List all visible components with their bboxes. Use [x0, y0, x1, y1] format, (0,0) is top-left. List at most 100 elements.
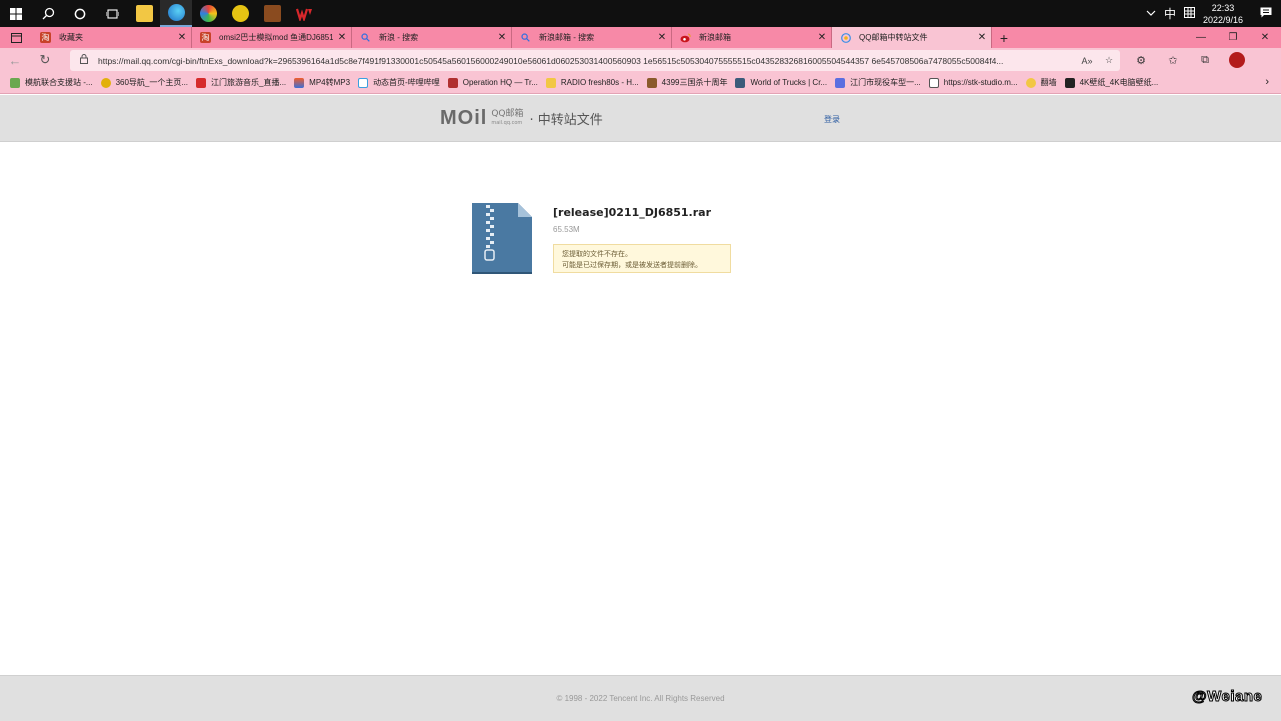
- clock-date: 2022/9/16: [1202, 14, 1243, 25]
- windows-start-icon[interactable]: [0, 0, 32, 27]
- browser-tab-strip: 淘 收藏夹 ✕ 淘 omsi2巴士模拟mod 鱼通DJ6851 ✕ 新浪 - 搜…: [0, 27, 1281, 48]
- bookmark-item[interactable]: 江门市现役车型一...: [835, 77, 921, 88]
- bookmark-icon: [735, 77, 746, 88]
- keyboard-icon[interactable]: [1183, 6, 1195, 21]
- bookmark-item[interactable]: MP4转MP3: [294, 77, 350, 88]
- page-footer: © 1998 - 2022 Tencent Inc. All Rights Re…: [0, 675, 1281, 721]
- tab-favicon: 淘: [40, 32, 51, 43]
- game-app-icon[interactable]: [256, 0, 288, 27]
- chevron-up-icon[interactable]: [1146, 8, 1156, 20]
- tab-title: 收藏夹: [59, 33, 83, 42]
- watermark: @Weiane: [1191, 688, 1263, 706]
- extensions-icon[interactable]: ⚙: [1125, 54, 1157, 67]
- logo-text: MOil: [440, 107, 488, 129]
- new-tab-icon[interactable]: +: [992, 30, 1016, 46]
- bookmark-icon: [646, 77, 657, 88]
- close-icon[interactable]: ✕: [973, 32, 991, 43]
- window-controls: — ❐ ✕: [1185, 27, 1281, 48]
- bookmarks-bar: 模航联合支援站 -... 360导航_一个主页... 江门旅游音乐_直播... …: [0, 72, 1281, 94]
- copyright: © 1998 - 2022 Tencent Inc. All Rights Re…: [556, 694, 725, 703]
- task-view-icon[interactable]: [96, 0, 128, 27]
- close-icon[interactable]: ✕: [333, 32, 351, 43]
- address-bar[interactable]: https://mail.qq.com/cgi-bin/ftnExs_downl…: [70, 50, 1120, 71]
- weibo-icon: [680, 32, 691, 43]
- bookmark-item[interactable]: 动态首页-哔哩哔哩: [358, 77, 440, 88]
- logo-qq: QQ邮箱: [491, 108, 524, 119]
- 360-browser-icon[interactable]: [192, 0, 224, 27]
- wps-icon[interactable]: [288, 0, 320, 27]
- bookmark-label: MP4转MP3: [309, 78, 351, 87]
- bookmark-item[interactable]: 江门旅游音乐_直播...: [196, 77, 286, 88]
- bookmark-label: 4399三国杀十周年: [661, 78, 728, 87]
- bookmark-label: 翻墙: [1040, 78, 1057, 87]
- close-icon[interactable]: ✕: [173, 32, 191, 43]
- notice-line: 您提取的文件不存在。: [562, 250, 632, 258]
- add-favorite-icon[interactable]: ☆: [1098, 55, 1120, 66]
- notice-line: 可能是已过保存期，或是被发送者提前删除。: [562, 261, 702, 269]
- bookmark-icon: [447, 77, 458, 88]
- tab-title: omsi2巴士模拟mod 鱼通DJ6851: [219, 33, 333, 42]
- search-icon[interactable]: [32, 0, 64, 27]
- tab-title: 新浪邮箱: [699, 33, 731, 42]
- qq-mail-logo[interactable]: MOil QQ邮箱 mail.qq.com · 中转站文件: [440, 107, 603, 130]
- bookmark-item[interactable]: 4399三国杀十周年: [646, 77, 728, 88]
- clock[interactable]: 22:33 2022/9/16: [1203, 2, 1243, 26]
- bilibili-icon: [358, 77, 369, 88]
- notification-icon[interactable]: [1251, 7, 1281, 21]
- file-explorer-icon[interactable]: [128, 0, 160, 27]
- clock-time: 22:33: [1211, 2, 1235, 13]
- browser-toolbar: ← ↻ https://mail.qq.com/cgi-bin/ftnExs_d…: [0, 48, 1281, 72]
- bookmark-item[interactable]: 模航联合支援站 -...: [10, 77, 93, 88]
- back-icon[interactable]: ←: [0, 53, 30, 68]
- collections-icon[interactable]: ⧉: [1189, 54, 1221, 67]
- edge-browser-icon[interactable]: [160, 0, 192, 27]
- bookmark-icon: [196, 77, 207, 88]
- tab-actions-icon[interactable]: [0, 27, 32, 48]
- tab-sina-search[interactable]: 新浪 - 搜索 ✕: [352, 27, 512, 48]
- cortana-icon[interactable]: [64, 0, 96, 27]
- favorites-icon[interactable]: ✩: [1157, 54, 1189, 67]
- bookmark-label: 江门市现役车型一...: [850, 78, 921, 87]
- bookmark-item[interactable]: 4K壁纸_4K电脑壁纸...: [1064, 77, 1158, 88]
- ime-indicator[interactable]: 中: [1164, 5, 1176, 22]
- tab-qq-mail-transfer[interactable]: QQ邮箱中转站文件 ✕: [832, 27, 992, 48]
- page-icon: [928, 77, 939, 88]
- qq-mail-icon: [840, 32, 851, 43]
- bookmark-label: RADIO fresh80s - H...: [560, 78, 639, 87]
- archive-file-icon: [472, 203, 532, 274]
- lock-icon[interactable]: [70, 54, 98, 67]
- minimize-icon[interactable]: —: [1185, 27, 1217, 48]
- close-icon[interactable]: ✕: [493, 32, 511, 43]
- refresh-icon[interactable]: ↻: [30, 52, 60, 68]
- bookmark-item[interactable]: 360导航_一个主页...: [100, 77, 189, 88]
- tab-sina-mail-search[interactable]: 新浪邮箱 - 搜索 ✕: [512, 27, 672, 48]
- restore-icon[interactable]: ❐: [1217, 27, 1249, 48]
- bookmark-label: World of Trucks | Cr...: [750, 78, 828, 87]
- avatar[interactable]: [1229, 52, 1245, 68]
- bookmark-icon: [294, 77, 305, 88]
- tab-favorites[interactable]: 淘 收藏夹 ✕: [32, 27, 192, 48]
- bookmark-item[interactable]: RADIO fresh80s - H...: [545, 77, 639, 88]
- search-icon: [520, 32, 531, 43]
- close-window-icon[interactable]: ✕: [1249, 27, 1281, 48]
- bookmark-item[interactable]: 翻墙: [1025, 77, 1057, 88]
- search-icon: [360, 32, 371, 43]
- tab-title: 新浪邮箱 - 搜索: [539, 33, 595, 42]
- url-text[interactable]: https://mail.qq.com/cgi-bin/ftnExs_downl…: [98, 56, 1076, 66]
- bookmark-icon: [10, 77, 20, 88]
- bookmark-label: 360导航_一个主页...: [115, 78, 189, 87]
- chevron-right-icon[interactable]: ›: [1265, 76, 1269, 88]
- bookmark-item[interactable]: https://stk-studio.m...: [928, 77, 1018, 88]
- close-icon[interactable]: ✕: [653, 32, 671, 43]
- bookmark-item[interactable]: Operation HQ — Tr...: [447, 77, 538, 88]
- file-size: 65.53M: [553, 225, 580, 234]
- login-link[interactable]: 登录: [824, 114, 840, 125]
- file-not-found-notice: 您提取的文件不存在。 可能是已过保存期，或是被发送者提前删除。: [553, 244, 731, 273]
- close-icon[interactable]: ✕: [813, 32, 831, 43]
- tab-omsi2-mod[interactable]: 淘 omsi2巴士模拟mod 鱼通DJ6851 ✕: [192, 27, 352, 48]
- bookmark-label: Operation HQ — Tr...: [462, 78, 538, 87]
- speed-app-icon[interactable]: [224, 0, 256, 27]
- bookmark-item[interactable]: World of Trucks | Cr...: [735, 77, 828, 88]
- tab-sina-mail[interactable]: 新浪邮箱 ✕: [672, 27, 832, 48]
- read-aloud-icon[interactable]: A»: [1076, 56, 1098, 66]
